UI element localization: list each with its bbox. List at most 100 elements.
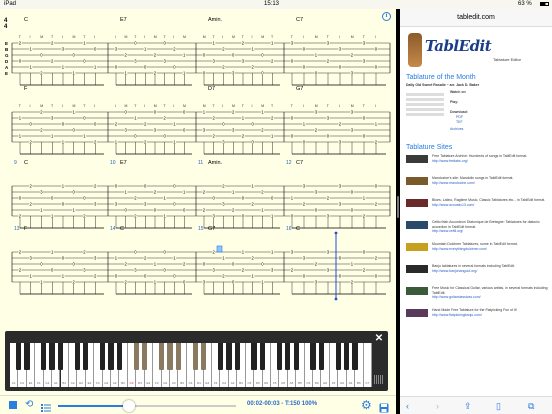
site-link[interactable]: http://www.mandozine.com/ <box>432 181 548 186</box>
measure-number: 11 <box>198 160 203 166</box>
site-link[interactable]: http://www.celtil.org/ <box>432 229 548 234</box>
bookmarks-icon[interactable]: ▯ <box>496 401 501 411</box>
piano-black-key[interactable] <box>293 343 299 370</box>
tabs-icon[interactable]: ⧉ <box>528 401 534 411</box>
site-thumbnail[interactable] <box>406 221 428 229</box>
piano-black-key[interactable] <box>74 343 81 370</box>
piano-black-key[interactable] <box>344 343 350 370</box>
tuning-label: E <box>5 41 8 46</box>
piano-black-key[interactable] <box>276 343 283 370</box>
site-link[interactable]: http://www.everythingdulcimer.com/ <box>432 247 548 252</box>
piano-keys[interactable]: C1 D1 E1 F1 G1 A1 B1 C2 D2 E2 F2 G2 A2 B2 C3 D3 E3 F3 G3 A3… <box>10 343 372 387</box>
site-thumbnail[interactable] <box>406 199 428 207</box>
piano-black-key[interactable] <box>352 343 358 370</box>
list-icon[interactable] <box>41 400 51 412</box>
site-link[interactable]: http://www.guitarclassicas.com/ <box>432 295 548 300</box>
site-thumbnail[interactable] <box>406 265 428 273</box>
webpage[interactable]: TablEdit Tablature Editor Tablature of t… <box>400 27 552 396</box>
site-link[interactable]: http://www.banjohangout.org/ <box>432 269 548 274</box>
piano-black-key[interactable] <box>217 343 224 370</box>
piano-black-key[interactable] <box>133 343 139 370</box>
url-text: tabledit.com <box>457 14 495 21</box>
site-entry: Mountain Dulcimer Tablatures, some in Ta… <box>432 242 548 251</box>
piano-black-key[interactable] <box>108 343 114 370</box>
piano-key-label: D5 <box>255 381 260 385</box>
piano-black-key[interactable] <box>15 343 22 370</box>
piano-black-key[interactable] <box>192 343 198 370</box>
download-tef-link[interactable]: TEF <box>456 120 463 125</box>
piano-black-key[interactable] <box>310 343 316 370</box>
piano-black-key[interactable] <box>142 343 148 370</box>
piano-black-key[interactable] <box>251 343 257 370</box>
finger-mark: M <box>125 104 128 108</box>
site-thumbnail[interactable] <box>406 177 428 185</box>
finger-mark: T <box>134 35 137 39</box>
site-thumbnail[interactable] <box>406 309 428 317</box>
piano-black-key[interactable] <box>158 343 165 370</box>
keyboard-grip-icon[interactable] <box>374 375 384 384</box>
piano-black-key[interactable] <box>167 343 173 370</box>
site-thumbnail[interactable] <box>406 243 428 251</box>
chord-name: C <box>24 160 28 166</box>
save-icon[interactable] <box>379 400 389 413</box>
tuning-label: A <box>5 65 9 70</box>
piano-black-key[interactable] <box>99 343 106 370</box>
stop-icon[interactable] <box>9 401 17 409</box>
finger-mark: T <box>83 104 86 108</box>
piano-black-key[interactable] <box>175 343 182 370</box>
piano-black-key[interactable] <box>40 343 47 370</box>
piano-black-key[interactable] <box>259 343 266 370</box>
piano-black-key[interactable] <box>318 343 325 370</box>
loop-icon[interactable]: ⟲ <box>25 400 35 410</box>
playback-slider[interactable] <box>58 400 236 412</box>
close-icon[interactable]: ✕ <box>374 334 384 344</box>
piano-black-key[interactable] <box>234 343 240 370</box>
guitar-logo-icon <box>408 33 422 67</box>
finger-mark: I <box>173 35 174 39</box>
playback-thumb[interactable] <box>123 400 136 412</box>
back-icon[interactable]: ‹ <box>406 401 409 411</box>
finger-mark: M <box>351 35 354 39</box>
finger-mark: M <box>40 104 43 108</box>
piano-black-key[interactable] <box>49 343 55 370</box>
piano-key-label: B6 <box>357 381 361 385</box>
piano-black-key[interactable] <box>200 343 207 370</box>
archives-link[interactable]: Archives <box>450 127 463 132</box>
piano-key-label: C1 <box>11 381 16 385</box>
piano-black-key[interactable] <box>335 343 341 370</box>
site-thumbnail[interactable] <box>406 287 428 295</box>
piano-key-label: C6 <box>306 381 311 385</box>
tablature-score[interactable]: C20T11I02M22T13I10M10T01IE730I21M30T01I2… <box>0 9 396 329</box>
piano-key-label: A2 <box>112 381 117 385</box>
piano-black-key[interactable] <box>24 343 30 370</box>
piano-key-label: G6 <box>340 381 345 385</box>
piano-black-key[interactable] <box>57 343 64 370</box>
piano-key-label: B3 <box>180 381 184 385</box>
piano-black-key[interactable] <box>116 343 123 370</box>
chord-name: G7 <box>296 86 303 92</box>
piano-key-c7[interactable]: C7 <box>363 343 372 387</box>
finger-mark: I <box>252 35 253 39</box>
site-banner[interactable]: TablEdit Tablature Editor <box>405 31 550 71</box>
site-subtitle: Tablature Editor <box>493 57 522 62</box>
finger-mark: M <box>154 104 157 108</box>
piano-black-key[interactable] <box>226 343 232 370</box>
url-bar[interactable]: tabledit.com <box>400 9 552 27</box>
split-view-handle[interactable] <box>397 196 399 218</box>
site-link[interactable]: http://www.acoustic13.com/ <box>432 203 548 208</box>
site-link[interactable]: http://www.frettabs.org/ <box>432 159 548 164</box>
finger-mark: T <box>291 35 294 39</box>
finger-mark: I <box>173 104 174 108</box>
finger-mark: M <box>232 104 235 108</box>
site-link[interactable]: http://www.flatpickingbanjo.com/ <box>432 313 548 318</box>
site-thumbnail[interactable] <box>406 155 428 163</box>
battery-label: 63 % <box>518 1 532 7</box>
piano-black-key[interactable] <box>83 343 89 370</box>
finger-mark: T <box>213 35 216 39</box>
finger-mark: I <box>115 35 116 39</box>
piano-black-key[interactable] <box>285 343 291 370</box>
month-song[interactable]: Dally Old Sweet Rosalie ~ arr. Jack D. B… <box>406 83 479 88</box>
share-icon[interactable]: ⇪ <box>464 401 472 411</box>
forward-icon[interactable]: › <box>436 401 439 411</box>
gear-icon[interactable]: ⚙ <box>361 399 372 411</box>
